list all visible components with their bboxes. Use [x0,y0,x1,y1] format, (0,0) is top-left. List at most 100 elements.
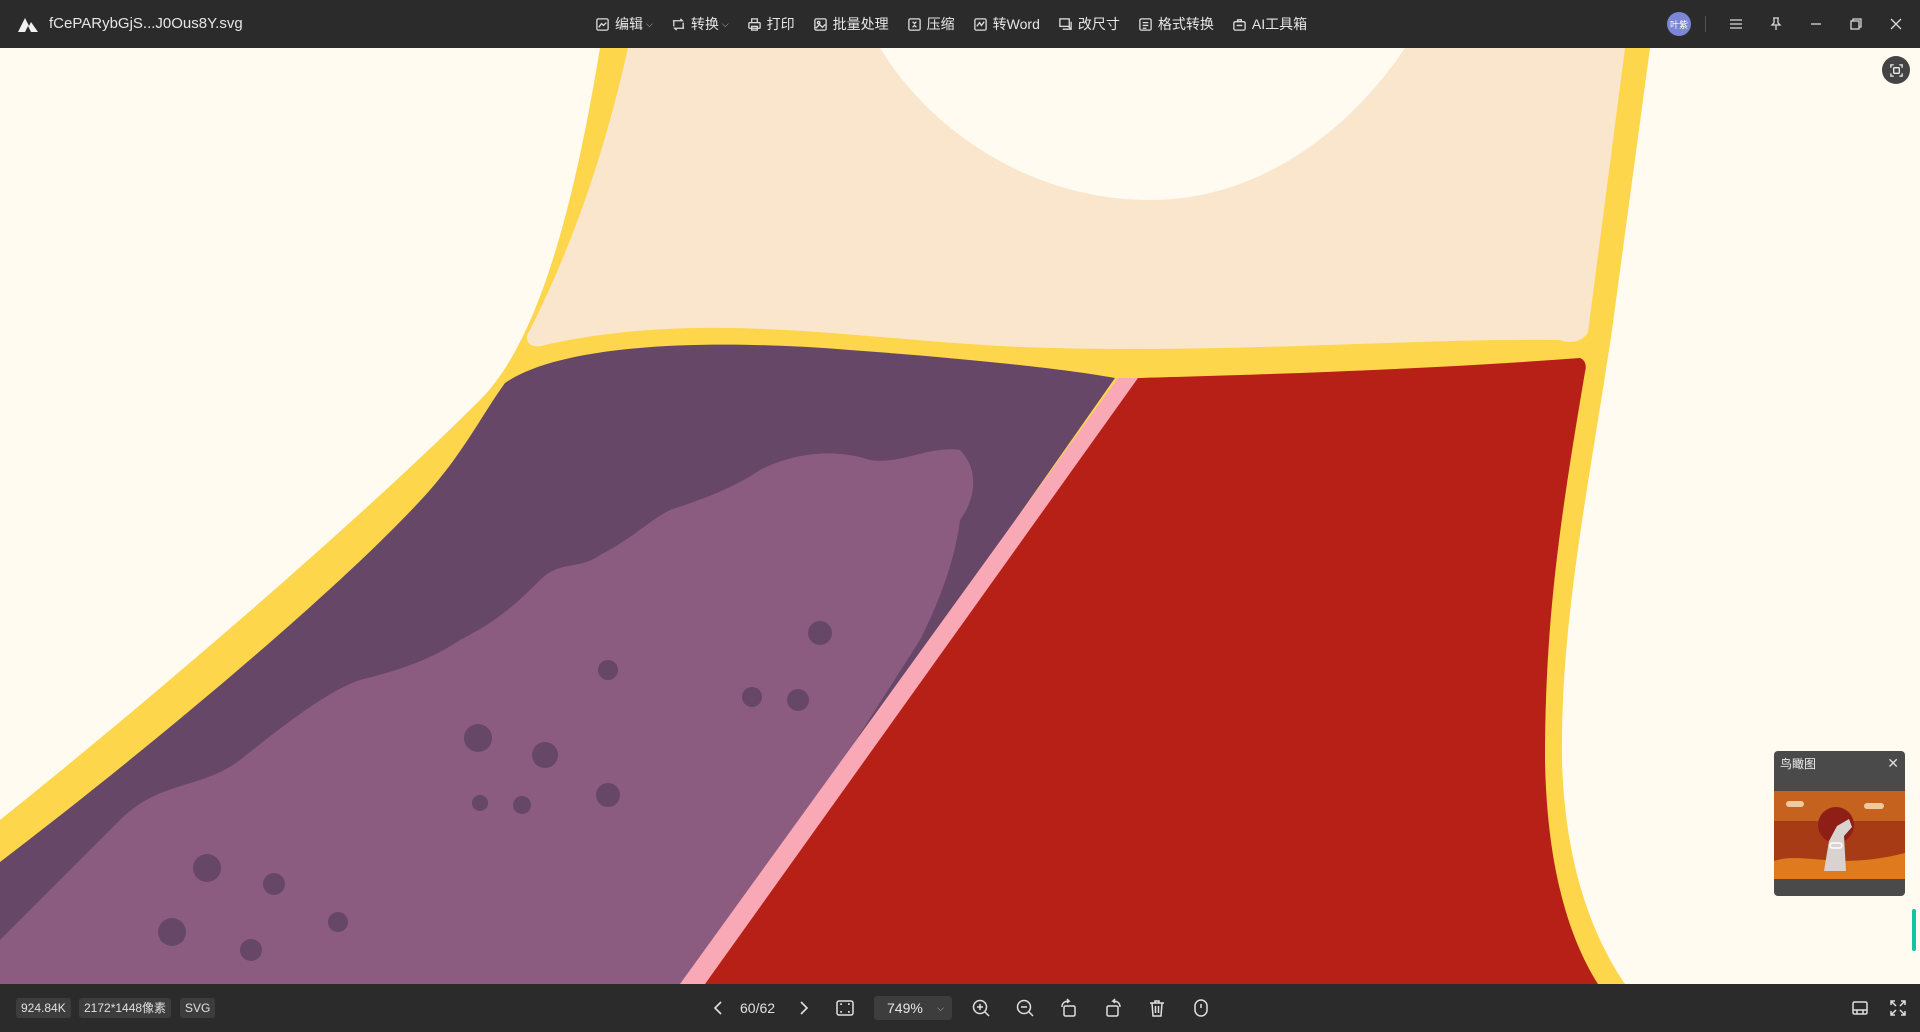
purple-spot [328,912,348,932]
purple-spot [513,796,531,814]
purple-spot [598,660,618,680]
minimize-button[interactable] [1796,0,1836,48]
zoomed-image [0,48,1920,984]
image-canvas[interactable] [0,48,1920,984]
menu-resize[interactable]: 改尺寸 [1049,0,1129,48]
fullscreen-button[interactable] [1880,984,1916,1032]
zoom-value: 749% [887,1000,923,1016]
trash-icon [1150,1000,1164,1017]
pin-button[interactable] [1756,0,1796,48]
batch-icon [813,17,827,31]
menu-label: AI工具箱 [1251,16,1308,32]
purple-spot [787,689,809,711]
menu-ai-toolbox[interactable]: AI工具箱 [1223,0,1316,48]
chevron-down-icon: ⌵ [721,18,729,29]
thumbnail-strip-button[interactable] [1842,984,1878,1032]
menu-batch[interactable]: 批量处理 [804,0,898,48]
purple-spot [240,939,262,961]
purple-spot [532,742,558,768]
format-badge: SVG [180,998,216,1018]
app-logo-icon [18,18,38,32]
restore-icon [1850,18,1862,30]
title-bar: fCePARybGjS...J0Ous8Y.svg 编辑 ⌵ 转换 ⌵ 打印 批量处… [0,0,1920,48]
pin-icon [1770,17,1782,30]
close-icon [1890,18,1902,30]
printer-icon [747,17,761,31]
purple-spot [808,621,832,645]
image-edit-icon [596,17,609,31]
rotate-right-button[interactable] [1095,984,1131,1032]
fit-screen-icon [836,1000,854,1016]
fit-view-button[interactable] [1882,56,1910,84]
compress-icon [907,17,921,31]
minimap-title: 鸟瞰图 [1780,756,1817,771]
menu-label: 编辑 [615,16,643,32]
rotate-right-icon [1106,998,1121,1017]
purple-spot [193,854,221,882]
minimap-thumbnail[interactable] [1774,791,1905,879]
zoom-in-icon [972,999,990,1017]
delete-button[interactable] [1139,984,1175,1032]
window-controls: 叶紫 [1667,0,1920,48]
menu-print[interactable]: 打印 [738,0,804,48]
minimize-icon [1811,23,1821,25]
ai-toolbox-icon [1233,18,1246,31]
menu-label: 批量处理 [832,16,889,32]
minimap-panel: 鸟瞰图 ✕ [1774,751,1905,896]
chevron-right-icon [800,1001,809,1015]
actual-size-button[interactable] [827,984,863,1032]
zoom-out-button[interactable] [1007,984,1043,1032]
purple-spot [742,687,762,707]
fullscreen-icon [1890,1000,1906,1016]
format-icon [1139,17,1152,31]
chevron-down-icon: ⌵ [937,1003,944,1013]
menu-format-convert[interactable]: 格式转换 [1129,0,1223,48]
menu-compress[interactable]: 压缩 [898,0,964,48]
close-button[interactable] [1876,0,1916,48]
purple-spot [464,724,492,752]
zoom-out-icon [1016,999,1034,1017]
next-image-button[interactable] [790,984,816,1032]
convert-icon [672,17,684,31]
rotate-left-button[interactable] [1051,984,1087,1032]
avatar[interactable]: 叶紫 [1667,12,1691,36]
menu-label: 转换 [690,16,719,32]
chevron-down-icon: ⌵ [646,18,653,29]
menu-convert[interactable]: 转换 ⌵ [662,0,738,48]
word-icon [973,17,987,31]
purple-spot [596,783,620,807]
rotate-left-icon [1061,998,1076,1017]
restore-button[interactable] [1836,0,1876,48]
dimensions-badge: 2172*1448像素 [79,998,172,1018]
menu-label: 格式转换 [1157,16,1214,32]
menu-label: 改尺寸 [1077,16,1120,32]
close-icon[interactable]: ✕ [1887,755,1899,772]
scroll-indicator[interactable] [1912,909,1916,951]
menu-edit[interactable]: 编辑 ⌵ [586,0,662,48]
menu-label: 打印 [766,16,795,32]
fit-view-icon [1889,63,1903,77]
info-icon [1194,999,1208,1017]
hamburger-menu-icon [1730,19,1742,29]
file-name: fCePARybGjS...J0Ous8Y.svg [49,15,243,32]
menu-button[interactable] [1716,0,1756,48]
top-menu: 编辑 ⌵ 转换 ⌵ 打印 批量处理 压缩 转Word 改尺寸 格式转换 AI工具… [586,0,1316,48]
resize-icon [1059,17,1072,30]
zoom-select[interactable]: 749% ⌵ [874,996,952,1020]
purple-spot [263,873,285,895]
zoom-in-button[interactable] [963,984,999,1032]
divider [1705,16,1706,32]
prev-image-button[interactable] [706,984,732,1032]
menu-to-word[interactable]: 转Word [964,0,1049,48]
page-indicator: 60/62 [740,1000,776,1016]
status-bar: 924.84K 2172*1448像素 SVG 60/62 749% ⌵ [0,984,1920,1032]
file-size-badge: 924.84K [16,998,71,1018]
purple-spot [158,918,186,946]
purple-spot [472,795,488,811]
minimap-header: 鸟瞰图 ✕ [1774,751,1905,775]
info-button[interactable] [1183,984,1219,1032]
thumbnail-strip-icon [1852,1001,1868,1015]
chevron-left-icon [713,1001,722,1015]
menu-label: 转Word [992,16,1040,32]
menu-label: 压缩 [926,16,955,32]
